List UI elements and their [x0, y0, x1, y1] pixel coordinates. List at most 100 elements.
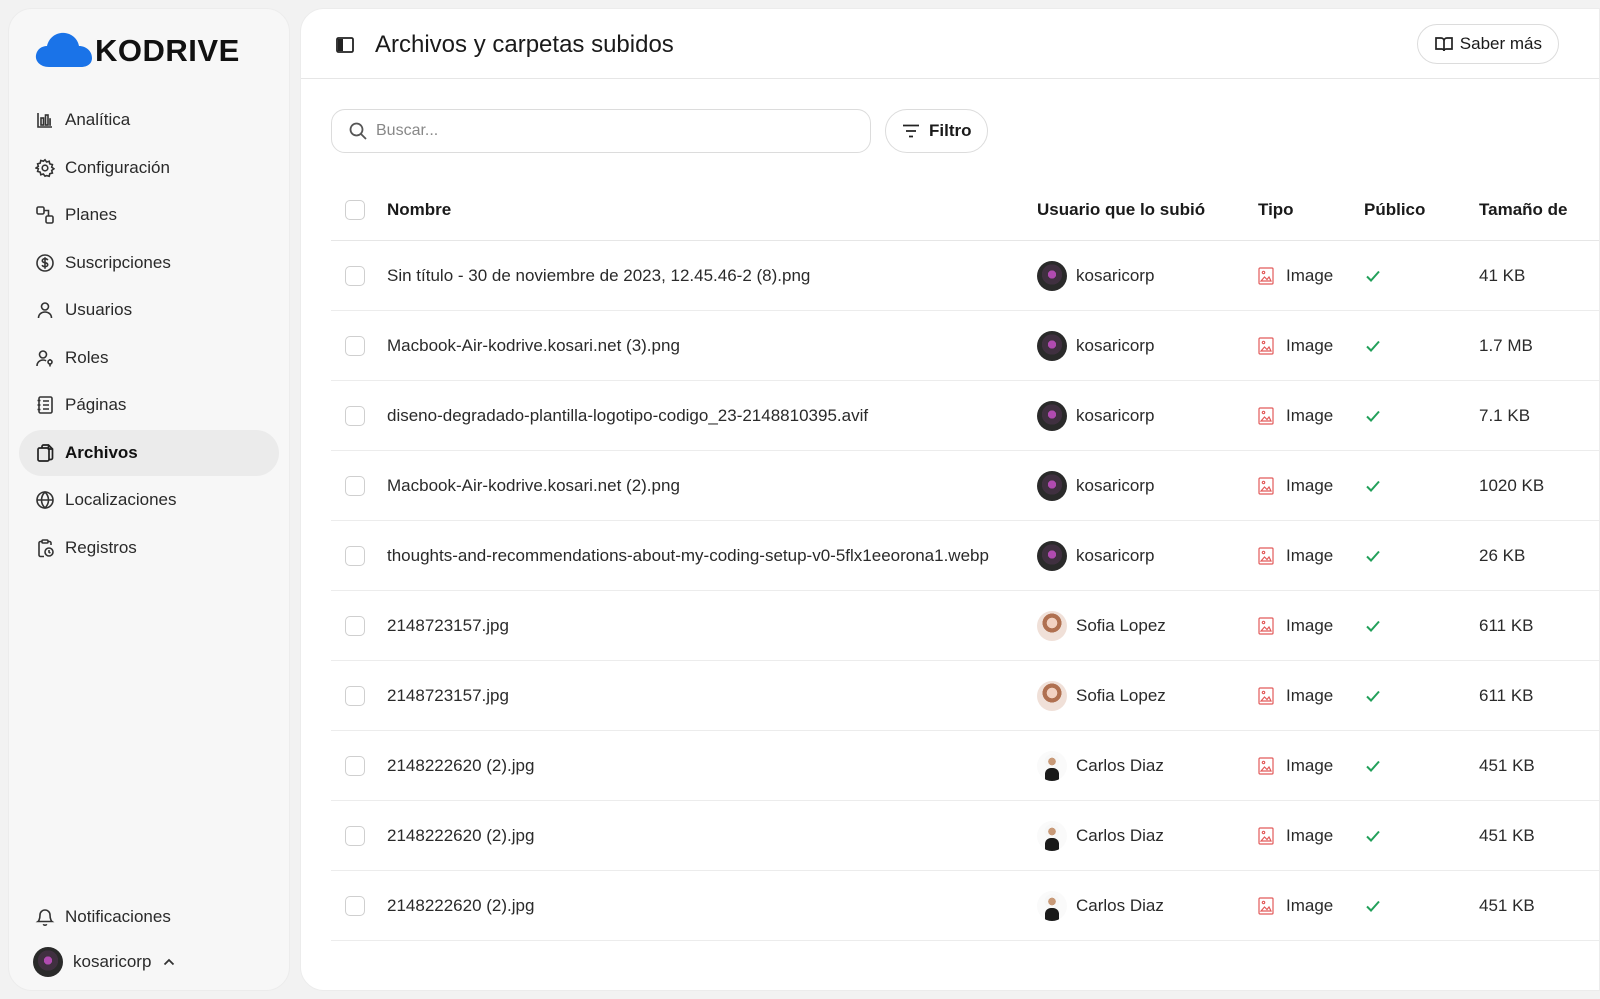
- filter-button[interactable]: Filtro: [885, 109, 988, 153]
- file-name: Macbook-Air-kodrive.kosari.net (3).png: [387, 335, 680, 355]
- type-cell: Image: [1258, 266, 1333, 286]
- table-row[interactable]: Sin título - 30 de noviembre de 2023, 12…: [331, 241, 1599, 311]
- sidebar-toggle-icon[interactable]: [335, 35, 355, 55]
- column-header-nombre[interactable]: Nombre: [387, 200, 451, 220]
- row-checkbox[interactable]: [345, 895, 365, 916]
- check-icon: [1366, 270, 1380, 282]
- image-file-icon: [1258, 826, 1274, 845]
- sidebar-item-label: Páginas: [65, 395, 127, 414]
- table-row[interactable]: Macbook-Air-kodrive.kosari.net (3).png k…: [331, 311, 1599, 381]
- image-file-icon: [1258, 616, 1274, 635]
- sidebar-item-label: Planes: [65, 205, 117, 224]
- table-row[interactable]: 2148222620 (2).jpg Carlos Diaz Image 451…: [331, 731, 1599, 801]
- search-input[interactable]: [376, 122, 856, 140]
- column-header-tamano[interactable]: Tamaño de: [1479, 200, 1567, 220]
- row-checkbox[interactable]: [345, 615, 365, 636]
- sidebar-item-notificaciones[interactable]: Notificaciones: [19, 894, 279, 940]
- files-icon: [37, 443, 54, 462]
- public-cell: [1364, 547, 1382, 565]
- table-row[interactable]: 2148222620 (2).jpg Carlos Diaz Image 451…: [331, 801, 1599, 871]
- table-row[interactable]: 2148222620 (2).jpg Carlos Diaz Image 451…: [331, 871, 1599, 941]
- sidebar-item-label: Suscripciones: [65, 252, 171, 272]
- current-user-name: kosaricorp: [73, 952, 152, 971]
- file-type: Image: [1286, 475, 1334, 495]
- file-name: Macbook-Air-kodrive.kosari.net (2).png: [387, 475, 680, 495]
- sidebar-item-usuarios[interactable]: Usuarios: [19, 287, 279, 333]
- type-cell: Image: [1258, 616, 1333, 636]
- uploader-name: Carlos Diaz: [1076, 825, 1164, 845]
- table-row[interactable]: diseno-degradado-plantilla-logotipo-codi…: [331, 381, 1599, 451]
- file-type: Image: [1286, 405, 1334, 425]
- row-checkbox[interactable]: [345, 475, 365, 496]
- column-header-tipo[interactable]: Tipo: [1258, 200, 1294, 220]
- table-row[interactable]: 2148723157.jpg Sofia Lopez Image 611 KB: [331, 591, 1599, 661]
- brand-logo[interactable]: KODRIVE: [35, 31, 240, 71]
- public-cell: [1364, 897, 1382, 915]
- uploader-cell: kosaricorp: [1037, 260, 1154, 291]
- file-size: 611 KB: [1479, 685, 1534, 705]
- image-file-icon: [1258, 476, 1274, 495]
- sidebar-item-configuracion[interactable]: Configuración: [19, 145, 279, 191]
- file-type: Image: [1286, 755, 1334, 775]
- sidebar-item-archivos[interactable]: Archivos: [19, 429, 279, 476]
- learn-more-button[interactable]: Saber más: [1416, 24, 1559, 64]
- file-name: 2148723157.jpg: [387, 615, 509, 635]
- image-file-icon: [1258, 896, 1274, 915]
- bar-chart-icon: [37, 113, 52, 128]
- search-icon: [349, 122, 367, 140]
- public-cell: [1364, 337, 1382, 355]
- user-icon: [37, 302, 53, 319]
- table-header: Nombre Usuario que lo subió Tipo Público…: [331, 179, 1599, 241]
- sidebar-item-label: Archivos: [65, 442, 138, 462]
- type-cell: Image: [1258, 406, 1333, 426]
- row-checkbox[interactable]: [345, 405, 365, 426]
- row-checkbox[interactable]: [345, 545, 365, 566]
- public-cell: [1364, 757, 1382, 775]
- table-row[interactable]: thoughts-and-recommendations-about-my-co…: [331, 521, 1599, 591]
- avatar: [1037, 610, 1067, 641]
- row-select-cell: [345, 335, 365, 356]
- check-icon: [1366, 900, 1380, 912]
- file-size: 1020 KB: [1479, 475, 1545, 495]
- search-box: [331, 109, 871, 153]
- row-checkbox[interactable]: [345, 755, 365, 776]
- sidebar-item-suscripciones[interactable]: Suscripciones: [19, 240, 279, 286]
- uploader-cell: kosaricorp: [1037, 540, 1154, 571]
- column-header-publico[interactable]: Público: [1364, 200, 1425, 220]
- avatar: [1037, 540, 1067, 571]
- table-row[interactable]: 2148723157.jpg Sofia Lopez Image 611 KB: [331, 661, 1599, 731]
- table-row[interactable]: Macbook-Air-kodrive.kosari.net (2).png k…: [331, 451, 1599, 521]
- row-checkbox[interactable]: [345, 335, 365, 356]
- file-type: Image: [1286, 895, 1334, 915]
- column-header-usuario[interactable]: Usuario que lo subió: [1037, 200, 1205, 220]
- row-checkbox[interactable]: [345, 685, 365, 706]
- uploader-cell: Carlos Diaz: [1037, 890, 1164, 921]
- sidebar-item-paginas[interactable]: Páginas: [19, 382, 279, 428]
- sidebar-item-planes[interactable]: Planes: [19, 192, 279, 238]
- row-checkbox[interactable]: [345, 265, 365, 286]
- row-select-cell: [345, 545, 365, 566]
- image-file-icon: [1258, 756, 1274, 775]
- avatar: [1037, 260, 1067, 291]
- public-cell: [1364, 407, 1382, 425]
- current-user-menu[interactable]: kosaricorp: [33, 947, 177, 977]
- uploader-cell: Carlos Diaz: [1037, 820, 1164, 851]
- sidebar-item-analitica[interactable]: Analítica: [19, 97, 279, 143]
- select-all-cell: [345, 199, 365, 220]
- sidebar-item-roles[interactable]: Roles: [19, 335, 279, 381]
- avatar: [1037, 400, 1067, 431]
- select-all-checkbox[interactable]: [345, 199, 365, 220]
- image-file-icon: [1258, 546, 1274, 565]
- sidebar-item-registros[interactable]: Registros: [19, 525, 279, 571]
- row-select-cell: [345, 755, 365, 776]
- uploader-name: Sofia Lopez: [1076, 615, 1166, 635]
- sidebar-item-localizaciones[interactable]: Localizaciones: [19, 477, 279, 523]
- uploader-cell: Carlos Diaz: [1037, 750, 1164, 781]
- filter-icon: [903, 124, 919, 138]
- sidebar-item-label: Registros: [65, 537, 137, 557]
- row-checkbox[interactable]: [345, 825, 365, 846]
- image-file-icon: [1258, 266, 1274, 285]
- image-file-icon: [1258, 686, 1274, 705]
- check-icon: [1366, 550, 1380, 562]
- public-cell: [1364, 267, 1382, 285]
